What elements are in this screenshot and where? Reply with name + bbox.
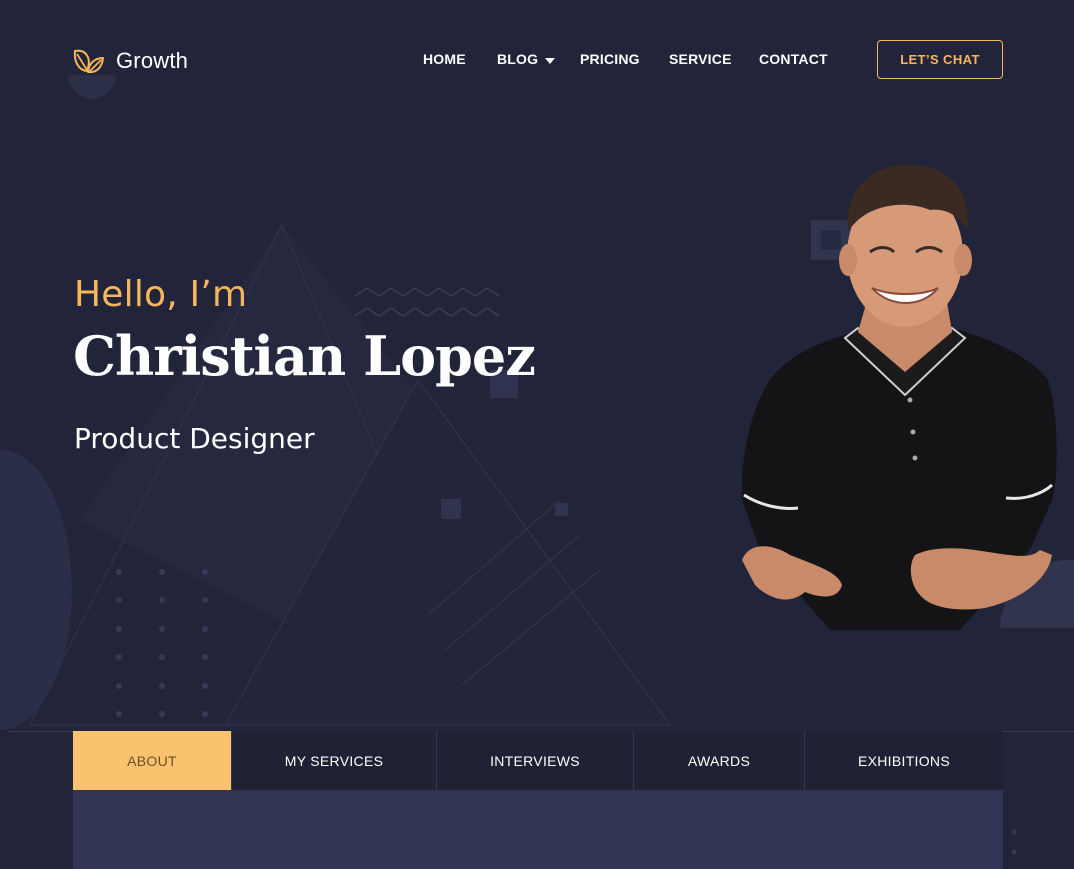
chevron-down-icon[interactable] xyxy=(545,58,555,64)
tab-my-services[interactable]: MY SERVICES xyxy=(232,731,437,790)
nav-home[interactable]: HOME xyxy=(423,51,466,67)
hero-greeting: Hello, I’m xyxy=(74,274,248,315)
nav-blog[interactable]: BLOG xyxy=(497,51,538,67)
half-circle-shape xyxy=(0,450,72,730)
hero-role: Product Designer xyxy=(74,422,315,455)
logo[interactable]: Growth xyxy=(72,46,188,76)
hero-name: Christian Lopez xyxy=(73,324,536,388)
leaf-logo-icon xyxy=(73,49,104,74)
portrait-image xyxy=(741,165,1057,630)
nav-contact[interactable]: CONTACT xyxy=(759,51,828,67)
page: Growth HOME BLOG PRICING SERVICE CONTACT… xyxy=(0,0,1074,869)
profile-tabs: ABOUT MY SERVICES INTERVIEWS AWARDS EXHI… xyxy=(73,731,1003,790)
nav-pricing[interactable]: PRICING xyxy=(580,51,640,67)
tab-interviews[interactable]: INTERVIEWS xyxy=(437,731,634,790)
tab-exhibitions[interactable]: EXHIBITIONS xyxy=(805,731,1003,790)
lets-chat-button[interactable]: LET’S CHAT xyxy=(877,40,1003,79)
logo-text: Growth xyxy=(116,48,189,73)
tab-awards[interactable]: AWARDS xyxy=(634,731,805,790)
tab-content-panel xyxy=(73,790,1003,869)
tab-about[interactable]: ABOUT xyxy=(73,731,232,790)
nav-service[interactable]: SERVICE xyxy=(669,51,732,67)
